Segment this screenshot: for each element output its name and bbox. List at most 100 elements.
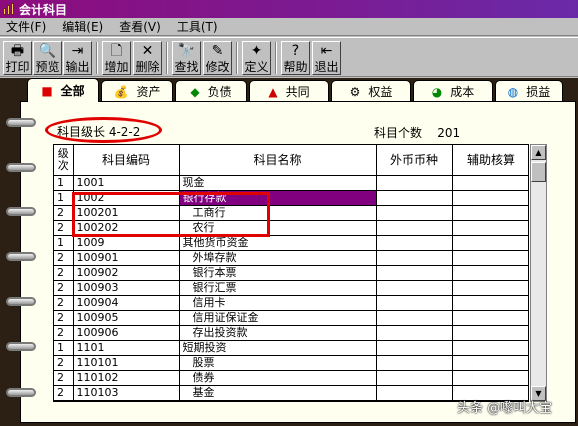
cell-code[interactable]: 100906 (73, 325, 180, 341)
table-row[interactable]: 1 1001 现金 (54, 175, 528, 191)
tab-profit-loss[interactable]: ◍ 损益 (495, 80, 563, 102)
table-row[interactable]: 2 100904 信用卡 (54, 295, 528, 311)
scroll-thumb[interactable] (531, 162, 546, 182)
cell-currency[interactable] (376, 280, 453, 296)
cell-level[interactable]: 2 (54, 220, 74, 236)
modify-button[interactable]: ✎ 修改 (203, 41, 232, 75)
cell-auxiliary[interactable] (452, 310, 528, 326)
cell-name[interactable]: 信用卡 (179, 295, 377, 311)
cell-currency[interactable] (376, 175, 453, 191)
tab-assets[interactable]: 💰 资产 (101, 80, 173, 102)
cell-name[interactable]: 基金 (179, 385, 377, 401)
table-row[interactable]: 2 100905 信用证保证金 (54, 310, 528, 326)
cell-auxiliary[interactable] (452, 340, 528, 356)
cell-auxiliary[interactable] (452, 280, 528, 296)
cell-currency[interactable] (376, 385, 453, 401)
table-row[interactable]: 1 1101 短期投资 (54, 340, 528, 356)
cell-name[interactable]: 其他货币资金 (179, 235, 377, 251)
cell-code[interactable]: 110102 (73, 370, 180, 386)
cell-auxiliary[interactable] (452, 235, 528, 251)
cell-currency[interactable] (376, 250, 453, 266)
column-header-level[interactable]: 级次 (54, 145, 74, 176)
cell-level[interactable]: 2 (54, 280, 74, 296)
cell-currency[interactable] (376, 370, 453, 386)
cell-auxiliary[interactable] (452, 250, 528, 266)
cell-name[interactable]: 现金 (179, 175, 377, 191)
cell-level[interactable]: 1 (54, 340, 74, 356)
cell-name[interactable]: 存出投资款 (179, 325, 377, 341)
table-row[interactable]: 2 110101 股票 (54, 355, 528, 371)
cell-name[interactable]: 信用证保证金 (179, 310, 377, 326)
cell-level[interactable]: 2 (54, 265, 74, 281)
cell-level[interactable]: 2 (54, 385, 74, 401)
preview-button[interactable]: 🔍 预览 (33, 41, 62, 75)
cell-code[interactable]: 100904 (73, 295, 180, 311)
scroll-up-button[interactable]: ▲ (531, 145, 546, 160)
help-button[interactable]: ? 帮助 (281, 41, 310, 75)
cell-currency[interactable] (376, 340, 453, 356)
menu-file[interactable]: 文件(F) (6, 18, 46, 35)
add-button[interactable]: 🗋 增加 (102, 41, 131, 75)
cell-auxiliary[interactable] (452, 355, 528, 371)
cell-code[interactable]: 1001 (73, 175, 180, 191)
table-row[interactable]: 2 100906 存出投资款 (54, 325, 528, 341)
menu-view[interactable]: 查看(V) (119, 18, 161, 35)
menu-edit[interactable]: 编辑(E) (62, 18, 103, 35)
cell-level[interactable]: 2 (54, 205, 74, 221)
cell-code[interactable]: 100901 (73, 250, 180, 266)
cell-name[interactable]: 外埠存款 (179, 250, 377, 266)
cell-level[interactable]: 2 (54, 325, 74, 341)
cell-level[interactable]: 1 (54, 175, 74, 191)
tab-common[interactable]: ▲ 共同 (249, 80, 329, 102)
cell-currency[interactable] (376, 190, 453, 206)
table-row[interactable]: 2 110102 债券 (54, 370, 528, 386)
cell-auxiliary[interactable] (452, 190, 528, 206)
cell-level[interactable]: 2 (54, 250, 74, 266)
print-button[interactable]: 🖶 打印 (3, 41, 32, 75)
cell-auxiliary[interactable] (452, 175, 528, 191)
cell-currency[interactable] (376, 310, 453, 326)
cell-code[interactable]: 110103 (73, 385, 180, 401)
cell-name[interactable]: 短期投资 (179, 340, 377, 356)
cell-code[interactable]: 1009 (73, 235, 180, 251)
cell-name[interactable]: 银行汇票 (179, 280, 377, 296)
cell-auxiliary[interactable] (452, 265, 528, 281)
cell-auxiliary[interactable] (452, 205, 528, 221)
cell-code[interactable]: 110101 (73, 355, 180, 371)
menu-tools[interactable]: 工具(T) (177, 18, 218, 35)
define-button[interactable]: ✦ 定义 (242, 41, 271, 75)
cell-currency[interactable] (376, 325, 453, 341)
cell-level[interactable]: 2 (54, 355, 74, 371)
tab-liabilities[interactable]: ◆ 负债 (175, 80, 247, 102)
cell-level[interactable]: 1 (54, 235, 74, 251)
cell-code[interactable]: 100902 (73, 265, 180, 281)
cell-name[interactable]: 债券 (179, 370, 377, 386)
vertical-scrollbar[interactable]: ▲ ▼ (530, 144, 547, 402)
cell-currency[interactable] (376, 205, 453, 221)
table-row[interactable]: 2 100902 银行本票 (54, 265, 528, 281)
cell-level[interactable]: 1 (54, 190, 74, 206)
exit-button[interactable]: ⇤ 退出 (312, 41, 341, 75)
delete-button[interactable]: ✕ 删除 (133, 41, 162, 75)
table-row[interactable]: 2 100903 银行汇票 (54, 280, 528, 296)
tab-equity[interactable]: ⚙ 权益 (331, 80, 411, 102)
cell-currency[interactable] (376, 295, 453, 311)
cell-auxiliary[interactable] (452, 370, 528, 386)
cell-name[interactable]: 银行本票 (179, 265, 377, 281)
cell-code[interactable]: 100905 (73, 310, 180, 326)
column-header-currency[interactable]: 外币币种 (376, 145, 453, 176)
export-button[interactable]: ⇥ 输出 (63, 41, 92, 75)
find-button[interactable]: 🔭 查找 (172, 41, 201, 75)
cell-currency[interactable] (376, 235, 453, 251)
cell-level[interactable]: 2 (54, 310, 74, 326)
cell-auxiliary[interactable] (452, 325, 528, 341)
table-row[interactable]: 2 100901 外埠存款 (54, 250, 528, 266)
cell-currency[interactable] (376, 265, 453, 281)
cell-code[interactable]: 1101 (73, 340, 180, 356)
cell-level[interactable]: 2 (54, 295, 74, 311)
column-header-code[interactable]: 科目编码 (73, 145, 180, 176)
cell-currency[interactable] (376, 220, 453, 236)
cell-code[interactable]: 100903 (73, 280, 180, 296)
cell-name[interactable]: 股票 (179, 355, 377, 371)
cell-currency[interactable] (376, 355, 453, 371)
